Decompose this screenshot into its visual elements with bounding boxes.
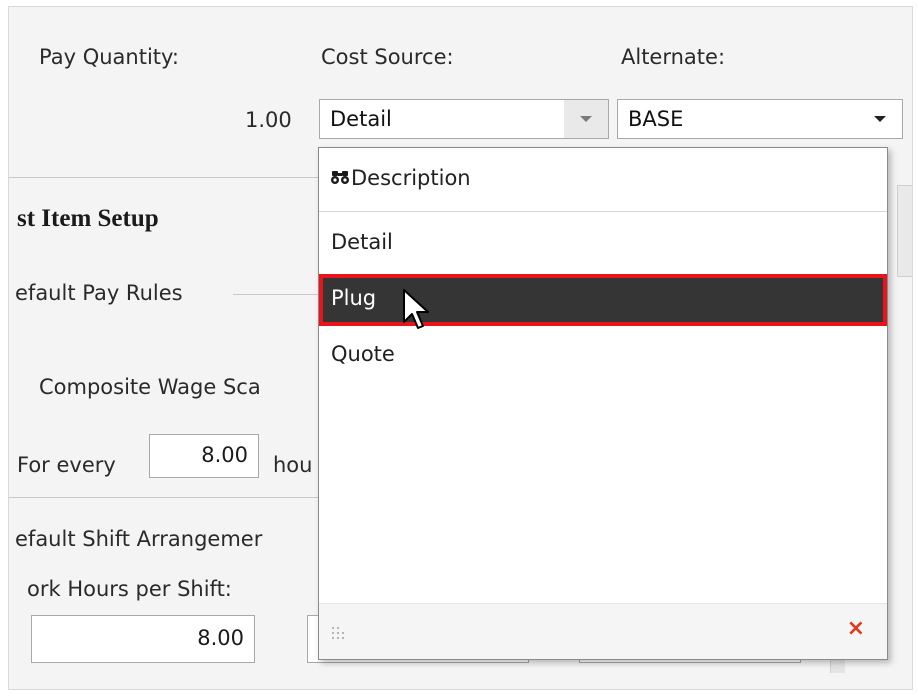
- binoculars-icon[interactable]: [331, 169, 349, 189]
- default-pay-rules-label: efault Pay Rules: [15, 281, 183, 305]
- for-every-label: For every: [17, 453, 116, 477]
- composite-wage-label: Composite Wage Sca: [39, 375, 261, 399]
- work-hours-label: ork Hours per Shift:: [27, 577, 232, 601]
- for-every-input[interactable]: 8.00: [149, 434, 259, 478]
- option-label: Detail: [331, 230, 393, 254]
- for-every-value: 8.00: [201, 443, 248, 467]
- section-title: st Item Setup: [17, 205, 159, 232]
- default-shift-label: efault Shift Arrangemer: [15, 527, 263, 551]
- popup-header: Description: [319, 148, 887, 212]
- option-label: Plug: [331, 286, 377, 310]
- cost-source-value: Detail: [330, 107, 392, 131]
- cost-source-dropdown[interactable]: Detail: [319, 99, 609, 139]
- alternate-label: Alternate:: [621, 45, 726, 69]
- cost-source-label: Cost Source:: [321, 45, 454, 69]
- chevron-down-icon[interactable]: [564, 100, 608, 138]
- popup-footer: ×: [319, 603, 887, 659]
- pay-quantity-value: 1.00: [245, 108, 292, 132]
- group-divider: [233, 294, 323, 295]
- section-divider: [9, 497, 319, 498]
- app-window: Pay Quantity: Cost Source: Alternate: 1.…: [0, 0, 919, 696]
- section-divider: [9, 177, 319, 178]
- cost-source-popup: Description Detail Plug Quote ×: [318, 147, 888, 660]
- side-panel-edge: [897, 185, 912, 277]
- alternate-dropdown[interactable]: BASE: [617, 99, 903, 139]
- dropdown-option-detail[interactable]: Detail: [319, 218, 887, 270]
- work-hours-input[interactable]: 8.00: [31, 615, 255, 663]
- popup-column-header: Description: [351, 166, 471, 190]
- chevron-down-icon[interactable]: [858, 100, 902, 138]
- hours-label: hou: [273, 453, 313, 477]
- mouse-cursor-icon: [402, 288, 432, 338]
- alternate-value: BASE: [628, 107, 684, 131]
- option-label: Quote: [331, 342, 395, 366]
- work-hours-value: 8.00: [197, 626, 244, 650]
- pay-quantity-label: Pay Quantity:: [39, 45, 179, 69]
- close-icon[interactable]: ×: [847, 616, 865, 641]
- resize-grip-icon[interactable]: [331, 626, 347, 646]
